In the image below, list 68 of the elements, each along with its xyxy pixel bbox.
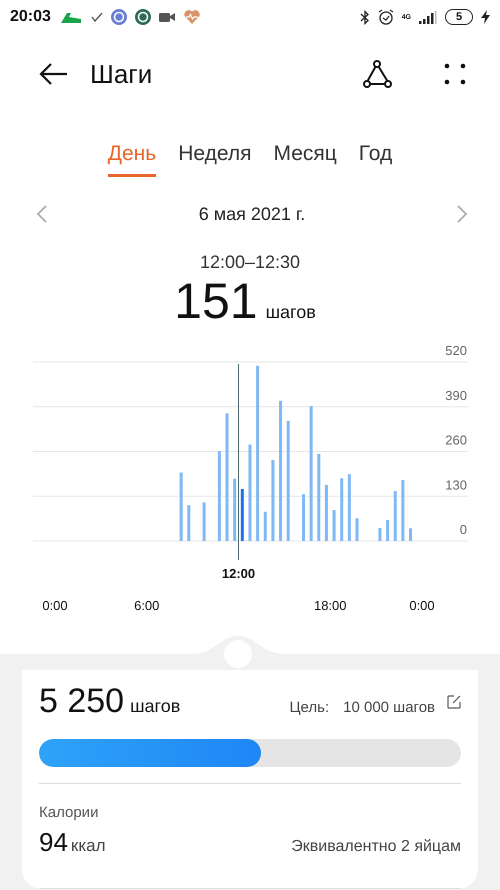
x-axis-label: 6:00 bbox=[134, 598, 160, 613]
step-bar[interactable] bbox=[348, 474, 351, 541]
edit-goal-button[interactable] bbox=[447, 694, 461, 708]
chevron-right-icon bbox=[456, 204, 468, 224]
step-bar[interactable] bbox=[202, 502, 206, 541]
step-bar[interactable] bbox=[256, 366, 260, 541]
signal-icon bbox=[419, 10, 437, 24]
y-axis-label: 0 bbox=[460, 522, 467, 537]
calories-equivalent: Эквивалентно 2 яйцам bbox=[291, 838, 461, 856]
step-bar[interactable] bbox=[378, 528, 382, 541]
step-bar[interactable] bbox=[286, 420, 290, 541]
more-icon bbox=[444, 63, 466, 85]
step-unit: шагов bbox=[266, 302, 316, 323]
step-bar[interactable] bbox=[340, 478, 344, 541]
step-bar[interactable] bbox=[332, 510, 336, 541]
chevron-left-icon bbox=[36, 204, 48, 224]
share-icon bbox=[362, 59, 392, 89]
y-axis-label: 520 bbox=[445, 343, 467, 358]
step-bar[interactable] bbox=[264, 512, 267, 541]
y-axis-label: 130 bbox=[445, 477, 467, 492]
time-range: 12:00–12:30 bbox=[200, 252, 300, 273]
step-bar[interactable] bbox=[240, 489, 244, 541]
step-bar[interactable] bbox=[271, 460, 274, 541]
calories-unit: ккал bbox=[70, 836, 107, 856]
step-bar[interactable] bbox=[187, 505, 190, 541]
bluetooth-icon bbox=[360, 10, 370, 24]
y-axis-label: 260 bbox=[445, 432, 467, 448]
period-tab[interactable]: Год bbox=[358, 138, 392, 177]
x-axis-label: 0:00 bbox=[409, 598, 435, 613]
target-icon bbox=[110, 9, 127, 25]
calories-label: Калории bbox=[39, 804, 100, 821]
clock-time: 20:03 bbox=[10, 8, 51, 26]
calories-value: 94 bbox=[39, 827, 68, 858]
x-axis-label: 0:00 bbox=[42, 598, 68, 613]
period-tab[interactable]: Неделя bbox=[178, 138, 252, 177]
page-title: Шаги bbox=[90, 58, 154, 90]
total-steps-unit: шагов bbox=[130, 696, 182, 717]
step-bar[interactable] bbox=[386, 520, 390, 541]
step-bar[interactable] bbox=[233, 478, 236, 541]
step-bar[interactable] bbox=[356, 518, 358, 541]
goal-value: 10 000 шагов bbox=[343, 699, 435, 716]
step-bar[interactable] bbox=[394, 491, 397, 541]
step-bar[interactable] bbox=[317, 454, 320, 541]
x-axis-label: 18:00 bbox=[314, 598, 347, 613]
step-bar[interactable] bbox=[310, 406, 313, 541]
edit-icon bbox=[447, 694, 461, 708]
step-bar[interactable] bbox=[324, 484, 328, 541]
y-axis-label: 390 bbox=[445, 388, 467, 403]
heart-icon bbox=[182, 9, 201, 25]
step-bar[interactable] bbox=[218, 451, 221, 541]
step-bar[interactable] bbox=[248, 444, 252, 541]
period-tab[interactable]: Месяц bbox=[273, 138, 337, 177]
battery-indicator: 5 bbox=[445, 9, 473, 25]
step-bar[interactable] bbox=[279, 400, 282, 541]
back-arrow-icon bbox=[38, 62, 68, 86]
step-bar[interactable] bbox=[409, 528, 412, 541]
alarm-icon bbox=[378, 9, 394, 25]
step-count: 151 bbox=[174, 273, 258, 329]
step-bar[interactable] bbox=[226, 413, 229, 541]
cursor-time-label: 12:00 bbox=[222, 566, 256, 581]
goal-label: Цель: bbox=[289, 699, 330, 716]
step-bar[interactable] bbox=[401, 480, 404, 541]
date-label: 6 мая 2021 г. bbox=[198, 204, 306, 224]
check-icon bbox=[90, 11, 103, 23]
step-bar[interactable] bbox=[180, 472, 183, 541]
video-camera-icon bbox=[158, 11, 175, 23]
total-steps: 5 250 bbox=[39, 682, 124, 721]
charging-icon bbox=[481, 10, 490, 24]
